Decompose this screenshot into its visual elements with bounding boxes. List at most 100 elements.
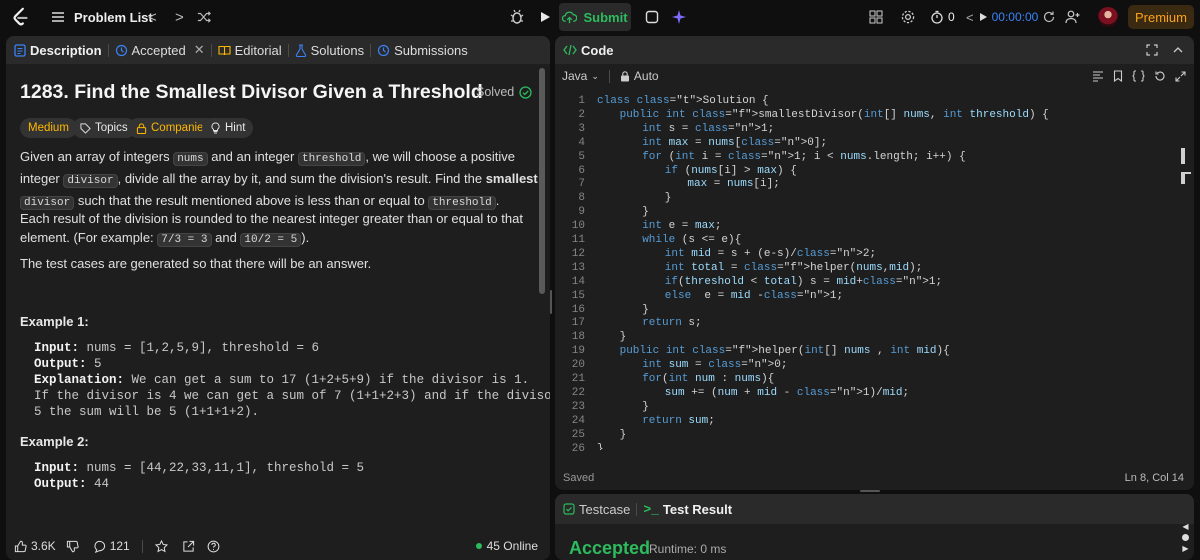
- text: , divide all the array by it, and sum th…: [117, 171, 486, 186]
- tab-accepted[interactable]: Accepted ✕: [109, 42, 211, 58]
- layout-icon[interactable]: [869, 0, 883, 34]
- dislike-button[interactable]: [66, 540, 79, 553]
- hint-label: Hint: [225, 122, 246, 134]
- collapse-left-icon[interactable]: ◀: [1182, 522, 1188, 531]
- example-1-output: Output: 5: [34, 357, 102, 371]
- save-status: Saved: [563, 472, 595, 484]
- inline-code: threshold: [297, 152, 366, 166]
- expand-right-icon[interactable]: ▶: [1182, 544, 1188, 553]
- difficulty-badge: Medium: [20, 118, 77, 138]
- code-line: public int class="f">helper(int[] nums ,…: [619, 345, 950, 358]
- vertical-resize-handle[interactable]: [550, 290, 552, 314]
- maximize-icon[interactable]: [1146, 44, 1158, 56]
- toolbar-divider: [608, 69, 610, 83]
- result-status: Accepted: [569, 538, 651, 558]
- reset-icon[interactable]: [1154, 70, 1166, 82]
- timer-play-icon[interactable]: [978, 12, 988, 22]
- timer-display: 00:00:00: [991, 10, 1039, 24]
- description-scrollbar[interactable]: [539, 68, 545, 294]
- tab-code[interactable]: Code: [555, 43, 620, 58]
- output-value: 44: [86, 477, 110, 491]
- tag-icon: [80, 122, 91, 134]
- tab-description[interactable]: Description: [6, 43, 108, 58]
- auto-mode-toggle[interactable]: Auto: [620, 69, 659, 83]
- like-button[interactable]: 3.6K: [14, 539, 56, 553]
- format-icon[interactable]: [1092, 70, 1104, 82]
- dot-icon[interactable]: [1182, 534, 1189, 541]
- braces-icon[interactable]: [1132, 70, 1145, 82]
- solved-status: Solved: [476, 85, 532, 99]
- close-tab-icon[interactable]: ✕: [194, 42, 205, 58]
- topics-button[interactable]: Topics: [72, 118, 136, 138]
- help-icon[interactable]: [207, 540, 220, 553]
- tab-submissions[interactable]: Submissions: [371, 43, 474, 58]
- problem-list-button[interactable]: Problem List: [50, 0, 153, 34]
- notes-icon[interactable]: [645, 0, 659, 34]
- timer-reset-icon[interactable]: [1042, 10, 1056, 24]
- example-1-explanation-cont: 5 the sum will be 5 (1+1+1+2).: [34, 405, 260, 419]
- submit-button[interactable]: Submit: [559, 3, 631, 31]
- premium-button[interactable]: Premium: [1128, 5, 1194, 29]
- avatar[interactable]: [1098, 0, 1118, 34]
- output-label: Output:: [34, 477, 87, 491]
- tab-editorial[interactable]: Editorial: [212, 43, 288, 58]
- text: and an integer: [207, 149, 298, 164]
- fullscreen-icon[interactable]: [1175, 70, 1186, 82]
- horizontal-resize-handle[interactable]: [860, 490, 880, 492]
- prev-problem-icon[interactable]: <: [148, 0, 157, 34]
- checkbox-icon: [563, 503, 575, 515]
- lightbulb-icon: [211, 122, 220, 134]
- like-count: 3.6K: [31, 539, 56, 553]
- comments-button[interactable]: 121: [93, 539, 130, 553]
- code-line: for(int num : nums){: [642, 373, 775, 385]
- problem-footer: 3.6K 121 45 Online: [6, 532, 550, 560]
- timer-collapse-icon[interactable]: <: [966, 10, 974, 25]
- code-line: int s = class="n">1;: [642, 122, 775, 135]
- output-label: Output:: [34, 357, 87, 371]
- tab-solutions[interactable]: Solutions: [289, 43, 370, 58]
- comment-count: 121: [109, 539, 130, 553]
- tab-testcase[interactable]: Testcase: [555, 502, 636, 517]
- problem-title[interactable]: 1283. Find the Smallest Divisor Given a …: [20, 81, 483, 104]
- explanation-text: We can get a sum to 17 (1+2+5+9) if the …: [124, 373, 530, 387]
- inline-code: divisor: [63, 174, 118, 188]
- problem-list-label: Problem List: [74, 9, 153, 25]
- difficulty-label: Medium: [28, 122, 69, 134]
- add-friend-icon[interactable]: [1065, 0, 1081, 34]
- debug-icon[interactable]: [508, 0, 526, 34]
- streak-counter[interactable]: 0: [930, 0, 955, 34]
- shuffle-icon[interactable]: [197, 0, 211, 34]
- tab-description-label: Description: [30, 42, 102, 58]
- example-1-heading: Example 1:: [20, 314, 89, 329]
- text: ).: [301, 230, 310, 245]
- star-icon[interactable]: [154, 539, 168, 553]
- online-dot-icon: [475, 543, 482, 549]
- ai-sparkle-icon[interactable]: [671, 0, 687, 34]
- chevron-down-icon: ⌄: [591, 70, 599, 81]
- code-editor[interactable]: class class="t">Solution {public int cla…: [555, 94, 1175, 450]
- result-tabs: Testcase >_ Test Result: [555, 494, 1194, 524]
- tab-code-label: Code: [581, 42, 614, 58]
- share-icon[interactable]: [182, 540, 195, 553]
- next-problem-icon[interactable]: >: [175, 0, 184, 34]
- example-2-input: Input: nums = [44,22,33,11,1], threshold…: [34, 461, 364, 475]
- tab-test-result[interactable]: >_ Test Result: [637, 502, 738, 517]
- code-panel: Code Java ⌄ Auto 1 2 3 4 5 6 7 8 9 10 11 12 13 14 15 16…: [555, 36, 1194, 490]
- example-1-explanation: Explanation: We can get a sum to 17 (1+2…: [34, 373, 529, 387]
- premium-label: Premium: [1134, 9, 1187, 25]
- code-line: if(threshold < total) s = mid+class="n">…: [664, 275, 943, 288]
- bookmark-icon[interactable]: [1113, 70, 1123, 82]
- leetcode-logo-icon[interactable]: [10, 0, 32, 34]
- auto-label: Auto: [633, 69, 659, 83]
- hint-button[interactable]: Hint: [202, 118, 254, 138]
- language-select[interactable]: Java ⌄: [562, 69, 599, 83]
- inline-code: nums: [173, 152, 208, 166]
- collapse-chevron-icon[interactable]: [1172, 44, 1184, 56]
- timer-widget[interactable]: < 00:00:00: [966, 0, 1056, 34]
- code-line: int max = nums[class="n">0];: [642, 136, 828, 149]
- example-2-output: Output: 44: [34, 477, 109, 491]
- editor-scrollbar[interactable]: [1181, 148, 1185, 164]
- text: and: [211, 230, 241, 245]
- settings-gear-icon[interactable]: [900, 0, 916, 34]
- run-button[interactable]: [538, 0, 552, 34]
